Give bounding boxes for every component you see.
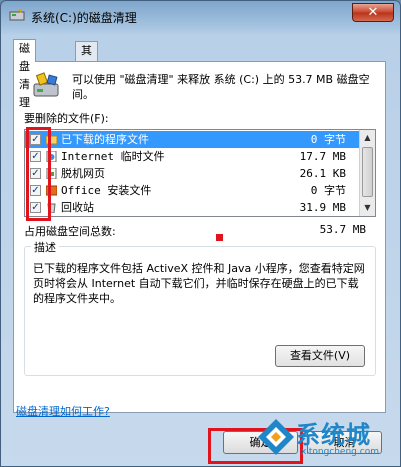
watermark-logo-icon <box>258 419 294 455</box>
window-title: 系统(C:)的磁盘清理 <box>31 11 137 25</box>
disk-cleanup-icon <box>9 9 25 21</box>
scroll-down-icon[interactable]: ▼ <box>360 200 375 216</box>
description-legend: 描述 <box>31 239 59 255</box>
description-text: 已下载的程序文件包括 ActiveX 控件和 Java 小程序，您查看特定网页时… <box>33 262 365 305</box>
tab-panel: 可以使用 "磁盘清理" 来释放 系统 (C:) 上的 53.7 MB 磁盘空间。… <box>13 61 386 413</box>
item-size: 0 字节 <box>310 133 346 146</box>
item-size: 26.1 KB <box>299 167 346 180</box>
tab-more-options[interactable]: 其他选项 <box>75 41 98 111</box>
list-item[interactable]: ✓ Office 安装文件 0 字节 <box>25 182 360 199</box>
watermark-brand: 系统城 <box>296 421 371 449</box>
help-link[interactable]: 磁盘清理如何工作? <box>16 403 110 419</box>
scroll-thumb[interactable] <box>362 147 373 197</box>
disk-cleanup-window: 系统(C:)的磁盘清理 ✕ 磁盘清理 其他选项 可以使用 "磁盘清理" 来释放 … <box>0 0 401 467</box>
files-to-delete-label: 要删除的文件(F): <box>24 112 109 125</box>
list-item[interactable]: ✓ Internet 临时文件 17.7 MB <box>25 148 360 165</box>
item-name: 已下载的程序文件 <box>61 133 149 146</box>
list-scrollbar[interactable]: ▲ ▼ <box>359 130 375 216</box>
scroll-up-icon[interactable]: ▲ <box>360 130 375 146</box>
list-item[interactable]: ✓ 回收站 31.9 MB <box>25 199 360 216</box>
header-description: 可以使用 "磁盘清理" 来释放 系统 (C:) 上的 53.7 MB 磁盘空间。 <box>72 73 370 101</box>
item-name: Internet 临时文件 <box>61 150 165 163</box>
list-item[interactable]: ✓ 脱机网页 26.1 KB <box>25 165 360 182</box>
item-name: Office 安装文件 <box>61 184 152 197</box>
item-name: 回收站 <box>61 201 94 214</box>
tab-disk-cleanup[interactable]: 磁盘清理 <box>13 39 36 109</box>
item-size: 17.7 MB <box>299 150 346 163</box>
annotation-marker <box>216 234 223 241</box>
close-button[interactable]: ✕ <box>352 3 394 22</box>
watermark: 系统城 xitongcheng.com <box>241 411 400 466</box>
title-bar[interactable]: 系统(C:)的磁盘清理 ✕ <box>1 1 400 31</box>
item-size: 0 字节 <box>310 184 346 197</box>
view-files-button[interactable]: 查看文件(V) <box>275 345 365 367</box>
total-space-value: 53.7 MB <box>319 223 366 236</box>
description-group: 描述 已下载的程序文件包括 ActiveX 控件和 Java 小程序，您查看特定… <box>24 239 376 376</box>
total-space-label: 占用磁盘空间总数: <box>24 225 116 238</box>
list-item[interactable]: ✓ 已下载的程序文件 0 字节 <box>25 131 360 148</box>
total-space-row: 占用磁盘空间总数: 53.7 MB <box>24 223 376 239</box>
item-name: 脱机网页 <box>61 167 105 180</box>
annotation-highlight-checkboxes <box>26 127 51 221</box>
watermark-url: xitongcheng.com <box>301 447 379 457</box>
item-size: 31.9 MB <box>299 201 346 214</box>
close-icon: ✕ <box>367 5 379 20</box>
files-list[interactable]: ✓ 已下载的程序文件 0 字节 ✓ Internet 临时文件 17.7 MB … <box>24 129 376 217</box>
drive-cleanup-icon <box>33 72 59 97</box>
